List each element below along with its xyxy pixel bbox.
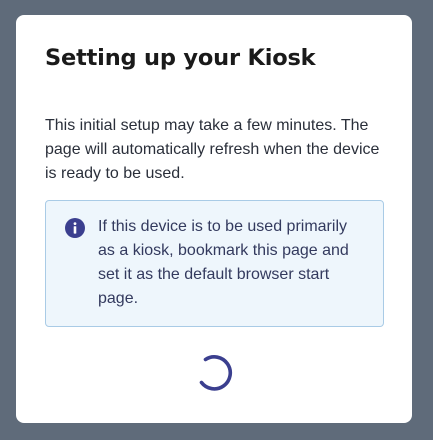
info-circle-icon	[65, 218, 85, 238]
setup-dialog: Setting up your Kiosk This initial setup…	[16, 15, 412, 423]
loading-spinner-icon	[199, 355, 233, 391]
info-callout: If this device is to be used primarily a…	[45, 200, 384, 327]
dialog-description: This initial setup may take a few minute…	[45, 117, 380, 182]
info-callout-text: If this device is to be used primarily a…	[98, 218, 349, 307]
dialog-title: Setting up your Kiosk	[45, 45, 316, 71]
